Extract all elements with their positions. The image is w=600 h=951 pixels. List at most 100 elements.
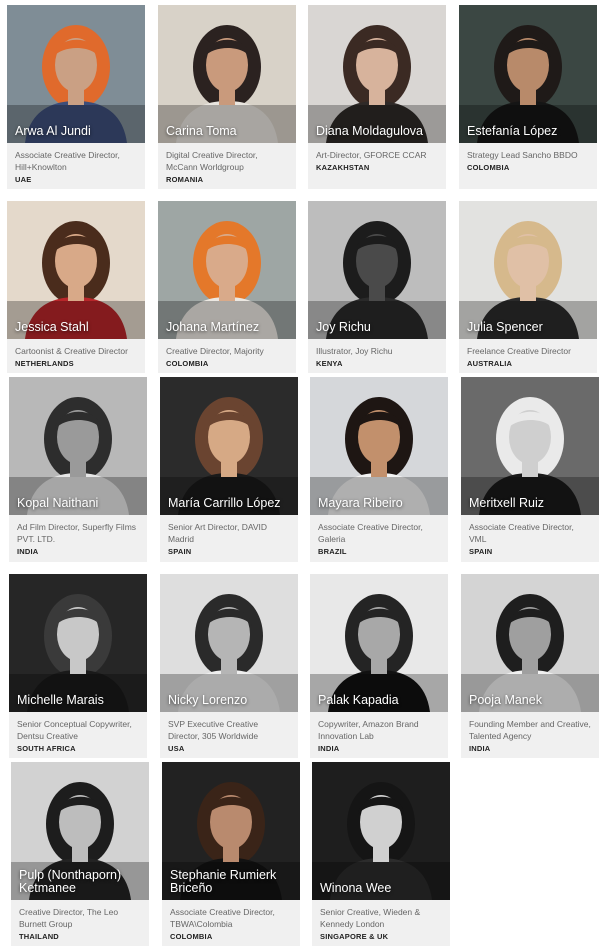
profile-card[interactable]: Arwa Al Jundi Associate Creative Director… <box>7 5 145 189</box>
profile-photo[interactable]: María Carrillo López <box>160 377 298 515</box>
profile-card[interactable]: Julia Spencer Freelance Creative Director… <box>459 201 597 373</box>
profile-role: Copywriter, Amazon Brand Innovation Lab <box>318 719 419 741</box>
profile-photo[interactable]: Nicky Lorenzo <box>160 574 298 712</box>
profile-name: Arwa Al Jundi <box>15 124 91 138</box>
profile-card[interactable]: Diana Moldagulova Art-Director, GFORCE CC… <box>308 5 446 189</box>
profile-info: Creative Director, Majority COLOMBIA <box>158 339 296 374</box>
profile-country: SPAIN <box>469 547 493 556</box>
portrait-photo <box>459 201 597 339</box>
profile-name: María Carrillo López <box>168 496 281 510</box>
profile-photo[interactable]: Palak Kapadia <box>310 574 448 712</box>
profile-country: THAILAND <box>19 932 59 941</box>
profile-photo[interactable]: Joy Richu <box>308 201 446 339</box>
portrait-photo <box>461 377 599 515</box>
profile-role: Senior Art Director, DAVID Madrid <box>168 522 268 544</box>
profile-name: Joy Richu <box>316 320 371 334</box>
profile-info: Senior Art Director, DAVID Madrid SPAIN <box>160 515 298 562</box>
profile-card[interactable]: Pooja Manek Founding Member and Creative,… <box>461 574 599 758</box>
profile-photo[interactable]: Jessica Stahl <box>7 201 145 339</box>
profile-role: SVP Executive Creative Director, 305 Wor… <box>168 719 259 741</box>
profile-info: Creative Director, The Leo Burnett Group… <box>11 900 149 947</box>
profile-name: Jessica Stahl <box>15 320 89 334</box>
profile-country: ROMANIA <box>166 175 204 184</box>
profile-country: BRAZIL <box>318 547 347 556</box>
portrait-photo <box>160 377 298 515</box>
profile-card[interactable]: Winona Wee Senior Creative, Wieden & Kenn… <box>312 762 450 946</box>
portrait-photo <box>9 574 147 712</box>
profile-photo[interactable]: Winona Wee <box>312 762 450 900</box>
profile-card[interactable]: Johana Martínez Creative Director, Majori… <box>158 201 296 373</box>
profile-card[interactable]: Palak Kapadia Copywriter, Amazon Brand In… <box>310 574 448 758</box>
profile-role: Art-Director, GFORCE CCAR <box>316 150 427 160</box>
profile-info: Associate Creative Director, VML SPAIN <box>461 515 599 562</box>
profile-photo[interactable]: Estefanía López <box>459 5 597 143</box>
profile-info: Ad Film Director, Superfly Films PVT. LT… <box>9 515 147 562</box>
profile-card[interactable]: Kopal Naithani Ad Film Director, Superfly… <box>9 377 147 562</box>
profile-role: Illustrator, Joy Richu <box>316 346 393 356</box>
profile-info: Digital Creative Director, McCann Worldg… <box>158 143 296 190</box>
profile-country: AUSTRALIA <box>467 359 513 368</box>
profile-card[interactable]: Stephanie Rumierk Briceño Associate Creat… <box>162 762 300 946</box>
profile-card[interactable]: Jessica Stahl Cartoonist & Creative Direc… <box>7 201 145 373</box>
profile-name: Stephanie Rumierk Briceño <box>170 868 277 895</box>
profile-name: Palak Kapadia <box>318 693 399 707</box>
profile-info: Illustrator, Joy Richu KENYA <box>308 339 446 374</box>
portrait-photo <box>158 201 296 339</box>
profile-photo[interactable]: Mayara Ribeiro <box>310 377 448 515</box>
profile-card[interactable]: Carina Toma Digital Creative Director, Mc… <box>158 5 296 189</box>
profile-country: SINGAPORE & UK <box>320 932 389 941</box>
portrait-photo <box>308 5 446 143</box>
profile-photo[interactable]: Julia Spencer <box>459 201 597 339</box>
profile-card[interactable]: Nicky Lorenzo SVP Executive Creative Dire… <box>160 574 298 758</box>
profile-country: USA <box>168 744 185 753</box>
profile-photo[interactable]: Carina Toma <box>158 5 296 143</box>
profile-role: Associate Creative Director, TBWA\Colomb… <box>170 907 275 929</box>
profile-info: Associate Creative Director, Hill+Knowlt… <box>7 143 145 190</box>
profile-name: Pooja Manek <box>469 693 542 707</box>
profile-photo[interactable]: Stephanie Rumierk Briceño <box>162 762 300 900</box>
profile-role: Senior Creative, Wieden & Kennedy London <box>320 907 421 929</box>
profile-role: Freelance Creative Director <box>467 346 571 356</box>
profile-name: Nicky Lorenzo <box>168 693 248 707</box>
profile-info: Freelance Creative Director AUSTRALIA <box>459 339 597 374</box>
portrait-photo <box>160 574 298 712</box>
profile-name: Estefanía López <box>467 124 558 138</box>
profile-info: Senior Conceptual Copywriter, Dentsu Cre… <box>9 712 147 759</box>
profile-card[interactable]: Joy Richu Illustrator, Joy Richu KENYA <box>308 201 446 373</box>
profile-name: Michelle Marais <box>17 693 104 707</box>
profile-photo[interactable]: Pooja Manek <box>461 574 599 712</box>
profile-info: Art-Director, GFORCE CCAR KAZAKHSTAN <box>308 143 446 178</box>
profile-photo[interactable]: Arwa Al Jundi <box>7 5 145 143</box>
profile-name: Winona Wee <box>320 881 392 895</box>
profile-country: INDIA <box>17 547 39 556</box>
profile-card[interactable]: Pulp (Nonthaporn) Ketmanee Creative Direc… <box>11 762 149 946</box>
profile-name: Meritxell Ruiz <box>469 496 545 510</box>
profile-photo[interactable]: Kopal Naithani <box>9 377 147 515</box>
profile-card[interactable]: María Carrillo López Senior Art Director,… <box>160 377 298 562</box>
profile-role: Senior Conceptual Copywriter, Dentsu Cre… <box>17 719 132 741</box>
profile-photo[interactable]: Pulp (Nonthaporn) Ketmanee <box>11 762 149 900</box>
profile-role: Associate Creative Director, Galeria <box>318 522 423 544</box>
profile-info: Cartoonist & Creative Director NETHERLAND… <box>7 339 145 374</box>
profile-info: Associate Creative Director, TBWA\Colomb… <box>162 900 300 947</box>
profile-role: Strategy Lead Sancho BBDO <box>467 150 578 160</box>
profile-card[interactable]: Estefanía López Strategy Lead Sancho BBDO… <box>459 5 597 189</box>
profile-role: Cartoonist & Creative Director <box>15 346 128 356</box>
profile-role: Creative Director, Majority <box>166 346 264 356</box>
profile-name: Mayara Ribeiro <box>318 496 403 510</box>
profile-photo[interactable]: Meritxell Ruiz <box>461 377 599 515</box>
profile-card[interactable]: Michelle Marais Senior Conceptual Copywri… <box>9 574 147 758</box>
profile-country: INDIA <box>318 744 340 753</box>
profile-name: Pulp (Nonthaporn) Ketmanee <box>19 868 122 895</box>
profile-country: SPAIN <box>168 547 192 556</box>
profile-photo[interactable]: Johana Martínez <box>158 201 296 339</box>
profile-country: SOUTH AFRICA <box>17 744 76 753</box>
profile-country: COLOMBIA <box>166 359 209 368</box>
profile-name: Carina Toma <box>166 124 237 138</box>
profile-photo[interactable]: Diana Moldagulova <box>308 5 446 143</box>
profile-card[interactable]: Mayara Ribeiro Associate Creative Directo… <box>310 377 448 562</box>
profile-photo[interactable]: Michelle Marais <box>9 574 147 712</box>
profile-card[interactable]: Meritxell Ruiz Associate Creative Directo… <box>461 377 599 562</box>
portrait-photo <box>312 762 450 900</box>
profile-role: Associate Creative Director, VML <box>469 522 574 544</box>
